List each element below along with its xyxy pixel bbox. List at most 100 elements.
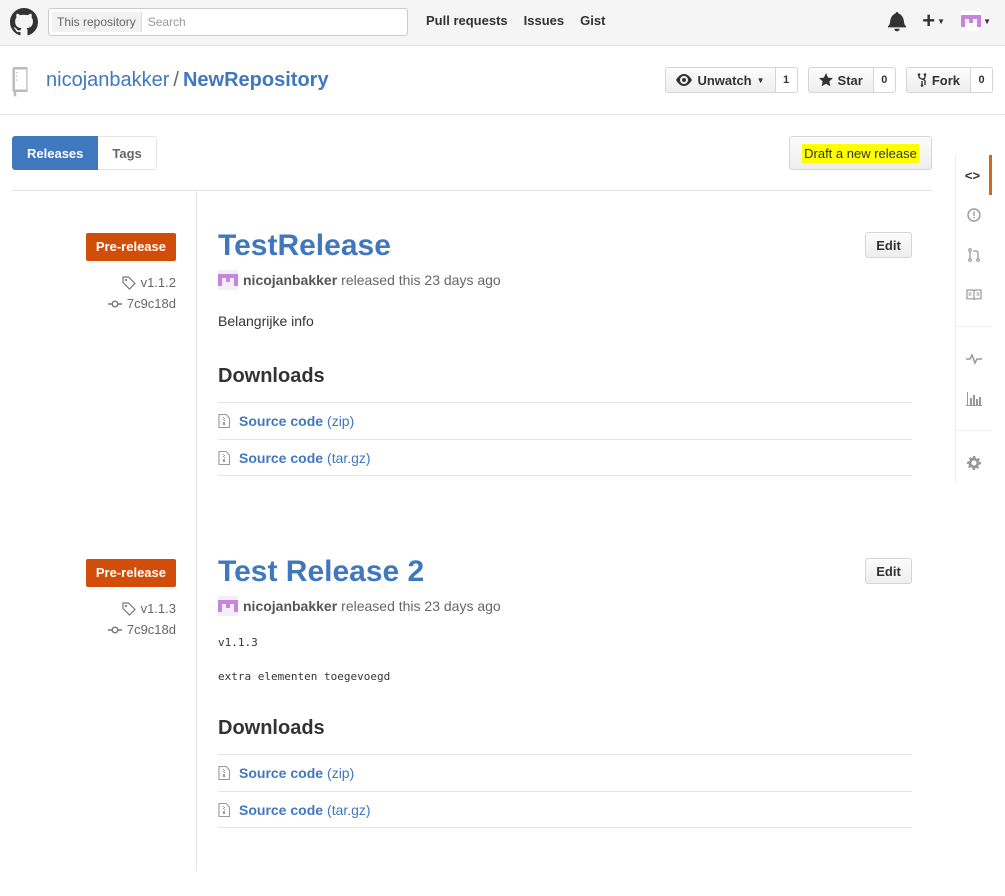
download-name: Source code (239, 413, 324, 429)
fork-count[interactable]: 0 (971, 67, 993, 93)
plus-icon[interactable]: + (922, 10, 935, 32)
sidebar-item-settings[interactable] (955, 443, 992, 483)
repo-icon (12, 67, 28, 97)
fork-label: Fork (931, 72, 960, 88)
chevron-down-icon: ▼ (937, 16, 946, 26)
download-name: Source code (239, 449, 324, 466)
downloads-heading: Downloads (218, 365, 325, 387)
github-logo-icon[interactable] (10, 8, 38, 36)
releases-subnav: Releases Tags (12, 136, 157, 170)
search-input[interactable] (147, 15, 388, 29)
edit-button[interactable]: Edit (865, 232, 912, 258)
tab-tags[interactable]: Tags (98, 136, 157, 170)
downloads-list: Source code (zip) Source code (tar.gz) (218, 754, 912, 828)
file-zip-icon (218, 414, 230, 428)
sidebar-item-issues[interactable] (955, 195, 992, 235)
release-tag[interactable]: v1.1.3 (86, 601, 176, 616)
star-button[interactable]: Star (807, 67, 874, 93)
released-text: released this 23 days ago (341, 272, 501, 288)
sidebar-item-graphs[interactable] (955, 379, 992, 419)
star-group: Star 0 (807, 67, 896, 93)
sidebar-spacer (955, 431, 992, 443)
repo-name-link[interactable]: NewRepository (183, 69, 329, 91)
file-zip-icon (218, 450, 230, 465)
unwatch-label: Unwatch (697, 72, 752, 88)
tag-label: v1.1.3 (140, 601, 176, 616)
code-icon: <> (964, 167, 981, 183)
eye-icon (676, 74, 693, 86)
draft-new-release-button[interactable]: Draft a new release (789, 136, 932, 170)
download-item[interactable]: Source code (tar.gz) (218, 791, 912, 828)
bell-icon[interactable] (888, 10, 907, 32)
unwatch-button[interactable]: Unwatch ▼ (665, 67, 776, 93)
pull-request-icon (968, 248, 980, 262)
release-title[interactable]: Test Release 2 (218, 555, 424, 589)
fork-icon (917, 73, 927, 87)
pulse-icon (966, 353, 982, 365)
divider (12, 190, 932, 191)
commit-label: 7c9c18d (126, 296, 176, 311)
search-scope-label: This repository (52, 12, 142, 32)
fork-button[interactable]: Fork (905, 67, 971, 93)
release-body-line: extra elementen toegevoegd (218, 670, 391, 683)
tag-icon (121, 601, 136, 616)
release-body-line: v1.1.3 (218, 636, 258, 649)
release-commit[interactable]: 7c9c18d (86, 296, 176, 311)
nav-gist[interactable]: Gist (580, 13, 605, 28)
release-meta: Pre-release v1.1.3 7c9c18d (85, 559, 176, 637)
release-title[interactable]: TestRelease (218, 229, 391, 263)
sidebar-divider (955, 315, 992, 327)
file-zip-icon (218, 802, 230, 817)
book-icon (966, 289, 982, 301)
tag-label: v1.1.2 (140, 275, 176, 290)
prerelease-badge: Pre-release (85, 233, 176, 261)
file-zip-icon (218, 766, 230, 780)
star-label: Star (837, 72, 863, 88)
search-box[interactable]: This repository (48, 8, 408, 36)
downloads-heading: Downloads (218, 717, 325, 739)
author-link[interactable]: nicojanbakker (243, 272, 337, 288)
fork-group: Fork 0 (905, 67, 993, 93)
sidebar-item-pulse[interactable] (955, 339, 992, 379)
commit-icon (107, 300, 122, 307)
release-author-line: nicojanbakker released this 23 days ago (218, 596, 501, 616)
download-format: (zip) (327, 765, 355, 781)
download-item[interactable]: Source code (tar.gz) (218, 439, 912, 476)
sidebar-item-pull-requests[interactable] (955, 235, 992, 275)
tab-releases[interactable]: Releases (12, 136, 99, 170)
repo-header: nicojanbakker / NewRepository Unwatch ▼ 1 … (0, 47, 1005, 115)
sidebar-item-code[interactable]: <> (955, 155, 992, 195)
star-count[interactable]: 0 (873, 67, 896, 93)
release-meta: Pre-release v1.1.2 7c9c18d (85, 233, 176, 311)
release-commit[interactable]: 7c9c18d (86, 622, 176, 637)
watch-count[interactable]: 1 (775, 67, 798, 93)
star-icon (818, 73, 833, 87)
commit-label: 7c9c18d (126, 622, 176, 637)
prerelease-badge: Pre-release (85, 559, 176, 587)
timeline-line (196, 191, 197, 871)
release-body: Belangrijke info (218, 313, 314, 329)
avatar[interactable] (218, 270, 238, 290)
tag-icon (121, 275, 136, 290)
download-format: (tar.gz) (327, 801, 371, 818)
author-link[interactable]: nicojanbakker (243, 598, 337, 614)
download-item[interactable]: Source code (zip) (218, 754, 912, 791)
nav-pull-requests[interactable]: Pull requests (426, 13, 508, 28)
repo-separator: / (173, 69, 179, 91)
download-format: (tar.gz) (327, 449, 371, 466)
nav-issues[interactable]: Issues (524, 13, 564, 28)
repo-actions: Unwatch ▼ 1 Star 0 Fork 0 (655, 67, 993, 93)
header-nav: Pull requests Issues Gist (426, 13, 621, 28)
header-actions: + ▼ ▼ (888, 10, 991, 32)
downloads-list: Source code (zip) Source code (tar.gz) (218, 402, 912, 476)
sidebar-item-wiki[interactable] (955, 275, 992, 315)
avatar[interactable] (218, 596, 238, 616)
sidebar-divider (955, 419, 992, 431)
repo-owner-link[interactable]: nicojanbakker (46, 69, 169, 91)
release-tag[interactable]: v1.1.2 (86, 275, 176, 290)
download-item[interactable]: Source code (zip) (218, 402, 912, 439)
edit-button[interactable]: Edit (865, 558, 912, 584)
download-format: (zip) (327, 413, 355, 429)
chevron-down-icon: ▼ (756, 75, 765, 85)
avatar[interactable] (961, 11, 982, 31)
